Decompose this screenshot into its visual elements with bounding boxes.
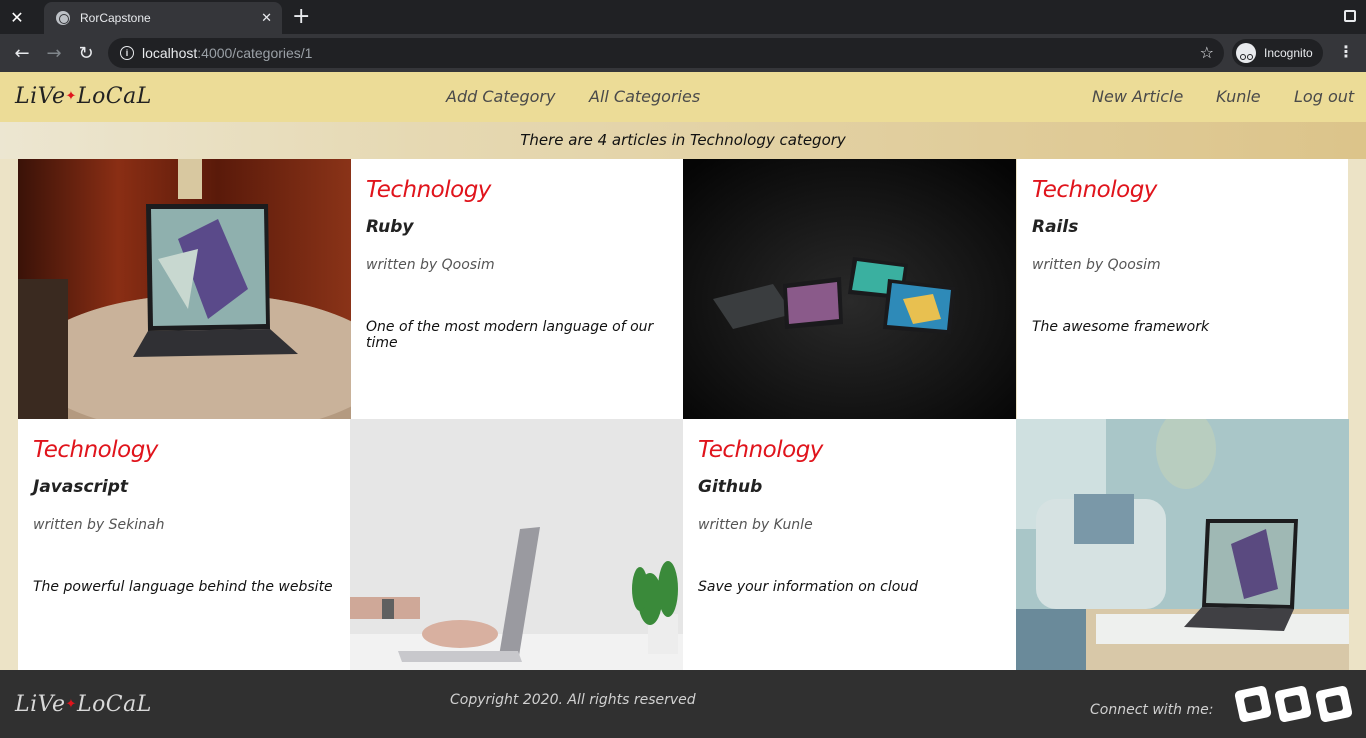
banner-text: There are 4 articles in Technology categ…	[520, 131, 846, 149]
connect-label: Connect with me:	[1090, 702, 1214, 718]
bookmark-star-icon[interactable]: ☆	[1200, 43, 1214, 62]
site-header: LiVe✦LoCaL Add Category All Categories N…	[0, 72, 1366, 122]
incognito-indicator[interactable]: Incognito	[1232, 39, 1323, 67]
article-title[interactable]: Javascript	[33, 477, 336, 497]
article-image-ruby[interactable]	[18, 159, 351, 419]
browser-tab-bar: ✕ RorCapstone ✕ +	[0, 0, 1366, 34]
logo-left: LiVe	[15, 692, 66, 717]
article-image-rails[interactable]	[683, 159, 1016, 419]
site-logo[interactable]: LiVe✦LoCaL	[15, 84, 152, 109]
article-card-javascript: Technology Javascript written by Sekinah…	[18, 419, 351, 670]
article-card-github: Technology Github written by Kunle Save …	[683, 419, 1016, 670]
article-image-javascript[interactable]	[350, 419, 683, 670]
article-card-rails: Technology Rails written by Qoosim The a…	[1017, 159, 1348, 419]
social-icon-1[interactable]	[1234, 685, 1272, 723]
logo-left: LiVe	[15, 84, 66, 109]
logo-right: LoCaL	[76, 84, 152, 109]
incognito-label: Incognito	[1264, 46, 1313, 60]
close-tab-icon[interactable]: ✕	[261, 11, 272, 26]
logo-right: LoCaL	[76, 692, 152, 717]
address-bar[interactable]: i localhost:4000/categories/1 ☆	[108, 38, 1224, 68]
nav-logout[interactable]: Log out	[1294, 87, 1354, 106]
article-title[interactable]: Github	[698, 477, 1001, 497]
reload-icon[interactable]: ↻	[74, 41, 98, 65]
article-author: written by Qoosim	[366, 257, 495, 273]
logo-star-icon: ✦	[65, 697, 77, 712]
nav-add-category[interactable]: Add Category	[446, 87, 555, 106]
article-description: One of the most modern language of our t…	[366, 319, 654, 351]
article-description: The awesome framework	[1032, 319, 1210, 335]
article-author: written by Sekinah	[33, 517, 165, 533]
nav-user[interactable]: Kunle	[1216, 87, 1261, 106]
browser-toolbar: ← → ↻ i localhost:4000/categories/1 ☆ In…	[0, 34, 1366, 72]
social-icon-2[interactable]	[1274, 685, 1312, 723]
article-image-github[interactable]	[1016, 419, 1349, 670]
article-description: The powerful language behind the website	[33, 579, 333, 595]
copyright-text: Copyright 2020. All rights reserved	[450, 692, 696, 708]
globe-icon	[56, 11, 70, 25]
nav-new-article[interactable]: New Article	[1092, 87, 1183, 106]
article-category[interactable]: Technology	[698, 437, 1001, 463]
article-category[interactable]: Technology	[366, 177, 669, 203]
restore-window-icon[interactable]	[1344, 10, 1356, 22]
footer-logo[interactable]: LiVe✦LoCaL	[15, 692, 152, 717]
browser-menu-icon[interactable]: ⋮	[1338, 43, 1354, 61]
social-icon-3[interactable]	[1315, 685, 1353, 723]
incognito-icon	[1236, 43, 1256, 63]
article-category[interactable]: Technology	[33, 437, 336, 463]
category-banner: There are 4 articles in Technology categ…	[0, 122, 1366, 159]
article-card-ruby: Technology Ruby written by Qoosim One of…	[351, 159, 684, 419]
url-host: localhost	[142, 45, 198, 61]
article-category[interactable]: Technology	[1032, 177, 1333, 203]
info-icon[interactable]: i	[120, 46, 134, 60]
tab-title: RorCapstone	[80, 11, 151, 25]
article-title[interactable]: Rails	[1032, 217, 1333, 237]
article-author: written by Kunle	[698, 517, 813, 533]
nav-all-categories[interactable]: All Categories	[589, 87, 700, 106]
article-author: written by Qoosim	[1032, 257, 1161, 273]
logo-star-icon: ✦	[65, 89, 77, 104]
article-title[interactable]: Ruby	[366, 217, 669, 237]
site-footer: LiVe✦LoCaL Copyright 2020. All rights re…	[0, 670, 1366, 738]
back-arrow-icon[interactable]: ←	[10, 41, 34, 65]
close-window-icon[interactable]: ✕	[0, 0, 34, 34]
article-description: Save your information on cloud	[698, 579, 919, 595]
forward-arrow-icon[interactable]: →	[42, 41, 66, 65]
new-tab-icon[interactable]: +	[292, 5, 310, 29]
url-path: :4000/categories/1	[197, 45, 313, 61]
browser-tab[interactable]: RorCapstone ✕	[44, 2, 282, 34]
